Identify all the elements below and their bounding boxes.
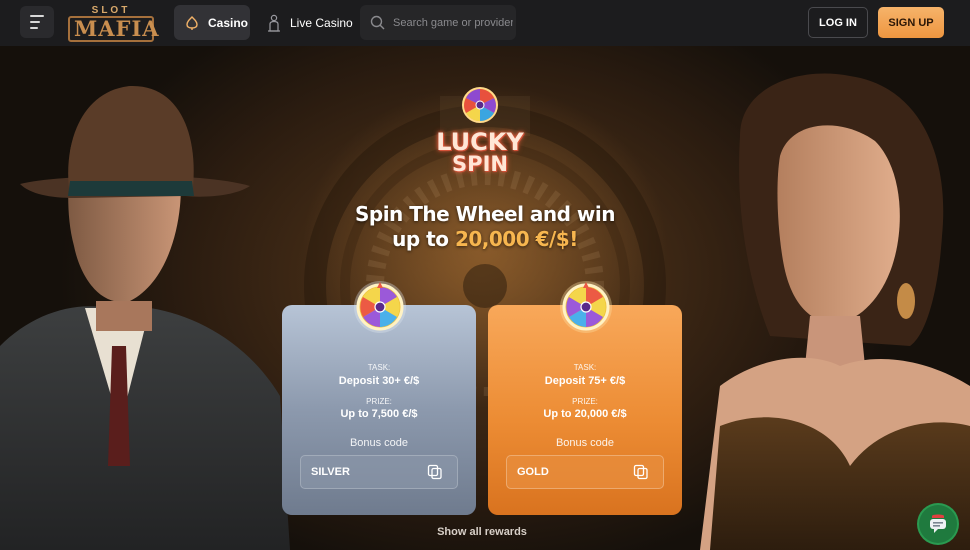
top-header: SLOT MAFIA Casino Live Casino LOG IN SIG… [0,0,970,46]
search-input[interactable] [393,16,513,29]
gold-bonus-code-field[interactable]: GOLD [506,455,664,489]
silver-prize-value: Up to 7,500 €/$ [340,408,418,420]
promo-headline: Spin The Wheel and win up to 20,000 €/$! [330,202,640,252]
logo-main-text: MAFIA [68,16,159,42]
copy-icon [427,464,442,480]
headline-amount: 20,000 €/$! [454,227,578,251]
search-icon [370,15,385,30]
woman-character-image [700,73,970,550]
gold-copy-button[interactable] [629,460,653,484]
gold-task-label: TASK: [573,363,597,372]
silver-task-label: TASK: [367,363,391,372]
gold-prize-label: PRIZE: [572,397,598,406]
headline-line1: Spin The Wheel and win [354,202,616,226]
lucky-spin-logo: LUCKY SPIN [430,86,530,196]
poker-chip-icon [186,15,198,30]
dealer-icon [268,14,280,32]
lucky-spin-title-line2: SPIN [452,152,508,176]
headline-prefix: up to [392,227,455,251]
lucky-spin-title-line1: LUCKY [436,128,524,156]
gold-wheel-icon [560,281,612,333]
nav-casino[interactable]: Casino [174,5,250,40]
gold-task-value: Deposit 75+ €/$ [544,375,626,387]
lucky-spin-wheel-icon [462,87,498,123]
silver-bonus-code-label: Bonus code [349,437,409,449]
show-all-rewards-link[interactable]: Show all rewards [420,526,544,538]
signup-button[interactable]: SIGN UP [878,7,944,38]
gangster-character-image [0,85,290,550]
search-box[interactable] [360,5,516,40]
silver-task-value: Deposit 30+ €/$ [338,375,420,387]
site-logo[interactable]: SLOT MAFIA [68,5,159,42]
gold-reward-card: TASK: Deposit 75+ €/$ PRIZE: Up to 20,00… [488,281,682,515]
nav-live-casino-label: Live Casino [290,15,353,30]
logo-top-text: SLOT [91,5,131,16]
gold-prize-value: Up to 20,000 €/$ [543,408,627,420]
gold-bonus-code-label: Bonus code [555,437,615,449]
nav-live-casino[interactable]: Live Casino [262,5,353,40]
headline-line2: up to 20,000 €/$! [330,227,640,252]
nav-casino-label: Casino [208,15,249,30]
login-button[interactable]: LOG IN [808,7,868,38]
silver-copy-button[interactable] [423,460,447,484]
silver-bonus-code-field[interactable]: SILVER [300,455,458,489]
silver-reward-card: TASK: Deposit 30+ €/$ PRIZE: Up to 7,500… [282,281,476,515]
hero-banner: LUCKY SPIN Spin The Wheel and win up to … [0,46,970,550]
silver-prize-label: PRIZE: [366,397,392,406]
hamburger-icon [30,13,44,31]
copy-icon [633,464,648,480]
menu-button[interactable] [20,6,54,38]
gold-bonus-code-value: GOLD [517,466,549,478]
chat-support-icon [930,514,946,533]
silver-bonus-code-value: SILVER [311,466,350,478]
silver-wheel-icon [354,281,406,333]
live-chat-button[interactable] [919,505,957,543]
